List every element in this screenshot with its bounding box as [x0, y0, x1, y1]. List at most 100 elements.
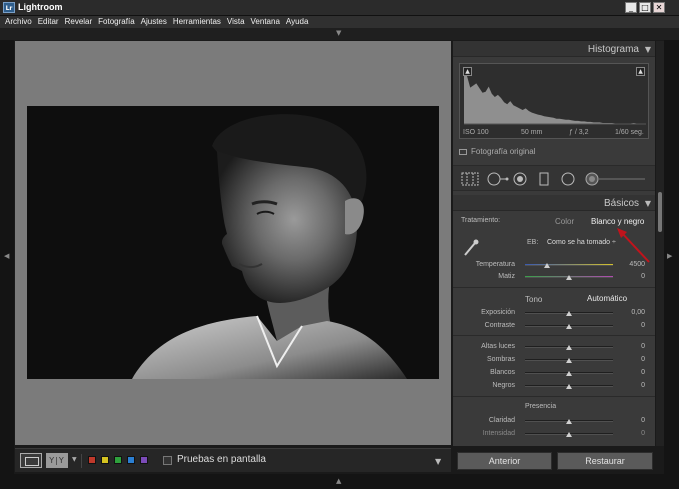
right-panel-strip[interactable]	[664, 40, 679, 480]
reset-button[interactable]: Restaurar	[557, 452, 653, 470]
histogram-display[interactable]: ▲ ▲ ISO 100 50 mm ƒ / 3,2 1/60 seg.	[459, 63, 649, 139]
tint-thumb[interactable]	[566, 275, 572, 280]
radial-filter-icon[interactable]	[561, 172, 575, 186]
treatment-bw-option[interactable]: Blanco y negro	[591, 217, 644, 226]
shadows-value[interactable]: 0	[641, 356, 645, 363]
temperature-value[interactable]: 4500	[629, 261, 645, 268]
image-canvas[interactable]	[15, 41, 451, 445]
shadows-label: Sombras	[486, 356, 515, 363]
color-label-blue[interactable]	[127, 456, 135, 464]
contrast-value[interactable]: 0	[641, 322, 645, 329]
loupe-view-button[interactable]	[20, 453, 42, 468]
clarity-thumb[interactable]	[566, 419, 572, 424]
color-label-purple[interactable]	[140, 456, 148, 464]
eyedropper-icon[interactable]	[463, 239, 479, 257]
menu-bar: Archivo Editar Revelar Fotografía Ajuste…	[0, 16, 679, 28]
collapse-triangle-icon[interactable]: ▼	[645, 199, 651, 208]
exposure-value[interactable]: 0,00	[631, 309, 645, 316]
portrait-image	[27, 106, 439, 379]
menu-vista[interactable]: Vista	[227, 16, 245, 28]
minimize-button[interactable]: _	[625, 2, 637, 13]
top-panel-toggle-icon[interactable]: ▼	[336, 29, 341, 37]
exposure-thumb[interactable]	[566, 311, 572, 316]
temperature-slider[interactable]	[525, 264, 613, 266]
menu-fotografia[interactable]: Fotografía	[98, 16, 134, 28]
lightroom-logo-icon: Lr	[3, 2, 15, 13]
menu-editar[interactable]: Editar	[38, 16, 59, 28]
toolbar-menu-icon[interactable]: ▼	[435, 457, 441, 466]
right-panel: Histograma ▼ ▲ ▲ ISO 100 50 mm ƒ / 3,2 1…	[453, 41, 655, 446]
menu-ajustes[interactable]: Ajustes	[141, 16, 167, 28]
right-panel-toggle-icon[interactable]: ▶	[667, 252, 672, 260]
temperature-label: Temperatura	[475, 261, 515, 268]
auto-tone-button[interactable]: Automático	[587, 294, 627, 303]
filmstrip-toggle-icon[interactable]: ▲	[336, 477, 341, 485]
histogram-info: ISO 100 50 mm ƒ / 3,2 1/60 seg.	[463, 129, 647, 139]
color-label-red[interactable]	[88, 456, 96, 464]
chevron-down-icon[interactable]: ▼	[72, 456, 77, 463]
panel-scrollbar-thumb[interactable]	[658, 192, 662, 232]
whites-value[interactable]: 0	[641, 369, 645, 376]
soft-proof-label: Pruebas en pantalla	[177, 454, 266, 465]
blacks-value[interactable]: 0	[641, 382, 645, 389]
menu-revelar[interactable]: Revelar	[65, 16, 93, 28]
bottom-toolbar: Y|Y ▼ Pruebas en pantalla ▼	[15, 448, 451, 472]
collapse-triangle-icon[interactable]: ▼	[645, 45, 651, 54]
color-label-green[interactable]	[114, 456, 122, 464]
basic-header[interactable]: Básicos ▼	[453, 195, 655, 211]
temperature-thumb[interactable]	[544, 263, 550, 268]
soft-proof-checkbox[interactable]	[163, 456, 172, 465]
histogram-header[interactable]: Histograma ▼	[453, 41, 655, 57]
whites-thumb[interactable]	[566, 371, 572, 376]
graduated-filter-icon[interactable]	[539, 172, 549, 186]
clarity-label: Claridad	[488, 417, 515, 424]
iso-value: ISO 100	[463, 129, 489, 136]
annotation-arrow-icon	[617, 228, 650, 263]
left-panel-strip[interactable]	[0, 40, 14, 480]
tint-value[interactable]: 0	[641, 273, 645, 280]
menu-archivo[interactable]: Archivo	[5, 16, 32, 28]
treatment-color-option[interactable]: Color	[555, 217, 574, 226]
title-bar: Lr Lightroom _ □ ✕	[0, 0, 679, 16]
spot-removal-icon[interactable]	[487, 172, 509, 186]
contrast-label: Contraste	[484, 322, 515, 329]
tint-label: Matiz	[498, 273, 515, 280]
blacks-thumb[interactable]	[566, 384, 572, 389]
red-eye-icon[interactable]	[513, 172, 527, 186]
vibrance-label: Intensidad	[482, 430, 515, 437]
divider	[453, 335, 655, 336]
contrast-thumb[interactable]	[566, 324, 572, 329]
maximize-button[interactable]: □	[639, 2, 651, 13]
menu-herramientas[interactable]: Herramientas	[173, 16, 221, 28]
adjustment-brush-icon[interactable]	[585, 172, 647, 186]
portrait-photo	[27, 106, 439, 379]
highlights-thumb[interactable]	[566, 345, 572, 350]
vibrance-thumb[interactable]	[566, 432, 572, 437]
original-photo-toggle[interactable]: Fotografía original	[459, 147, 535, 156]
clarity-value[interactable]: 0	[641, 417, 645, 424]
highlights-label: Altas luces	[481, 343, 515, 350]
wb-select[interactable]: Como se ha tomado ÷	[547, 239, 616, 246]
aperture-value: ƒ / 3,2	[569, 129, 589, 136]
vibrance-value[interactable]: 0	[641, 430, 645, 437]
highlight-clipping-icon[interactable]: ▲	[636, 67, 645, 76]
previous-button[interactable]: Anterior	[457, 452, 552, 470]
shadow-clipping-icon[interactable]: ▲	[463, 67, 472, 76]
focal-length: 50 mm	[521, 129, 543, 136]
panel-scrollbar[interactable]	[656, 41, 664, 446]
basic-title: Básicos	[603, 198, 639, 209]
presence-label: Presencia	[525, 403, 557, 410]
menu-ayuda[interactable]: Ayuda	[286, 16, 309, 28]
window-title: Lightroom	[18, 2, 63, 12]
close-button[interactable]: ✕	[653, 2, 665, 13]
left-panel-toggle-icon[interactable]: ◀	[4, 252, 9, 260]
crop-overlay-icon[interactable]	[461, 172, 479, 186]
shadows-thumb[interactable]	[566, 358, 572, 363]
tone-label: Tono	[525, 295, 543, 304]
menu-ventana[interactable]: Ventana	[251, 16, 280, 28]
highlights-value[interactable]: 0	[641, 343, 645, 350]
color-label-yellow[interactable]	[101, 456, 109, 464]
before-after-button[interactable]: Y|Y	[46, 453, 68, 468]
treatment-label: Tratamiento:	[461, 217, 501, 224]
original-photo-checkbox[interactable]	[459, 148, 467, 155]
